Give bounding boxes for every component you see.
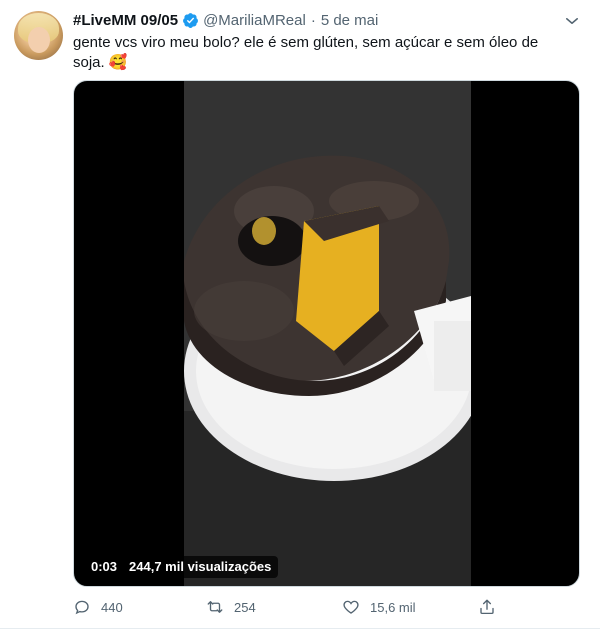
tweet-date[interactable]: 5 de mai	[321, 12, 379, 29]
reply-count: 440	[101, 599, 123, 615]
retweet-icon	[207, 601, 223, 613]
avatar-face	[28, 27, 50, 53]
video-player[interactable]: 0:03 244,7 mil visualizações	[73, 80, 580, 587]
like-button[interactable]: 15,6 mil	[342, 596, 416, 618]
video-time: 0:03	[91, 559, 118, 574]
share-button[interactable]	[478, 596, 506, 618]
video-info-overlay: 0:03 244,7 mil visualizações	[84, 556, 279, 578]
like-count: 15,6 mil	[370, 599, 416, 615]
reply-icon	[75, 600, 89, 615]
header-separator: ·	[310, 11, 316, 29]
chevron-down-icon[interactable]	[563, 12, 581, 30]
tweet[interactable]: #LiveMM 09/05 @MariliaMReal · 5 de mai g…	[0, 0, 600, 630]
tweet-header: #LiveMM 09/05 @MariliaMReal · 5 de mai	[73, 10, 378, 30]
handle[interactable]: @MariliaMReal	[203, 12, 306, 29]
divider	[0, 628, 600, 629]
verified-badge-icon	[183, 12, 198, 28]
tweet-actions: 440 254 15,6 mil	[73, 596, 513, 618]
reply-button[interactable]: 440	[73, 596, 123, 618]
retweet-button[interactable]: 254	[206, 596, 256, 618]
video-views: 244,7 mil visualizações	[129, 559, 272, 574]
avatar[interactable]	[14, 11, 63, 60]
tweet-text: gente vcs viro meu bolo? ele é sem glúte…	[73, 34, 539, 71]
cake-video-thumbnail	[184, 81, 471, 586]
display-name[interactable]: #LiveMM 09/05	[73, 12, 178, 29]
video-frame[interactable]	[184, 81, 471, 586]
heart-icon	[343, 600, 359, 614]
share-icon	[480, 599, 494, 615]
retweet-count: 254	[234, 599, 256, 615]
